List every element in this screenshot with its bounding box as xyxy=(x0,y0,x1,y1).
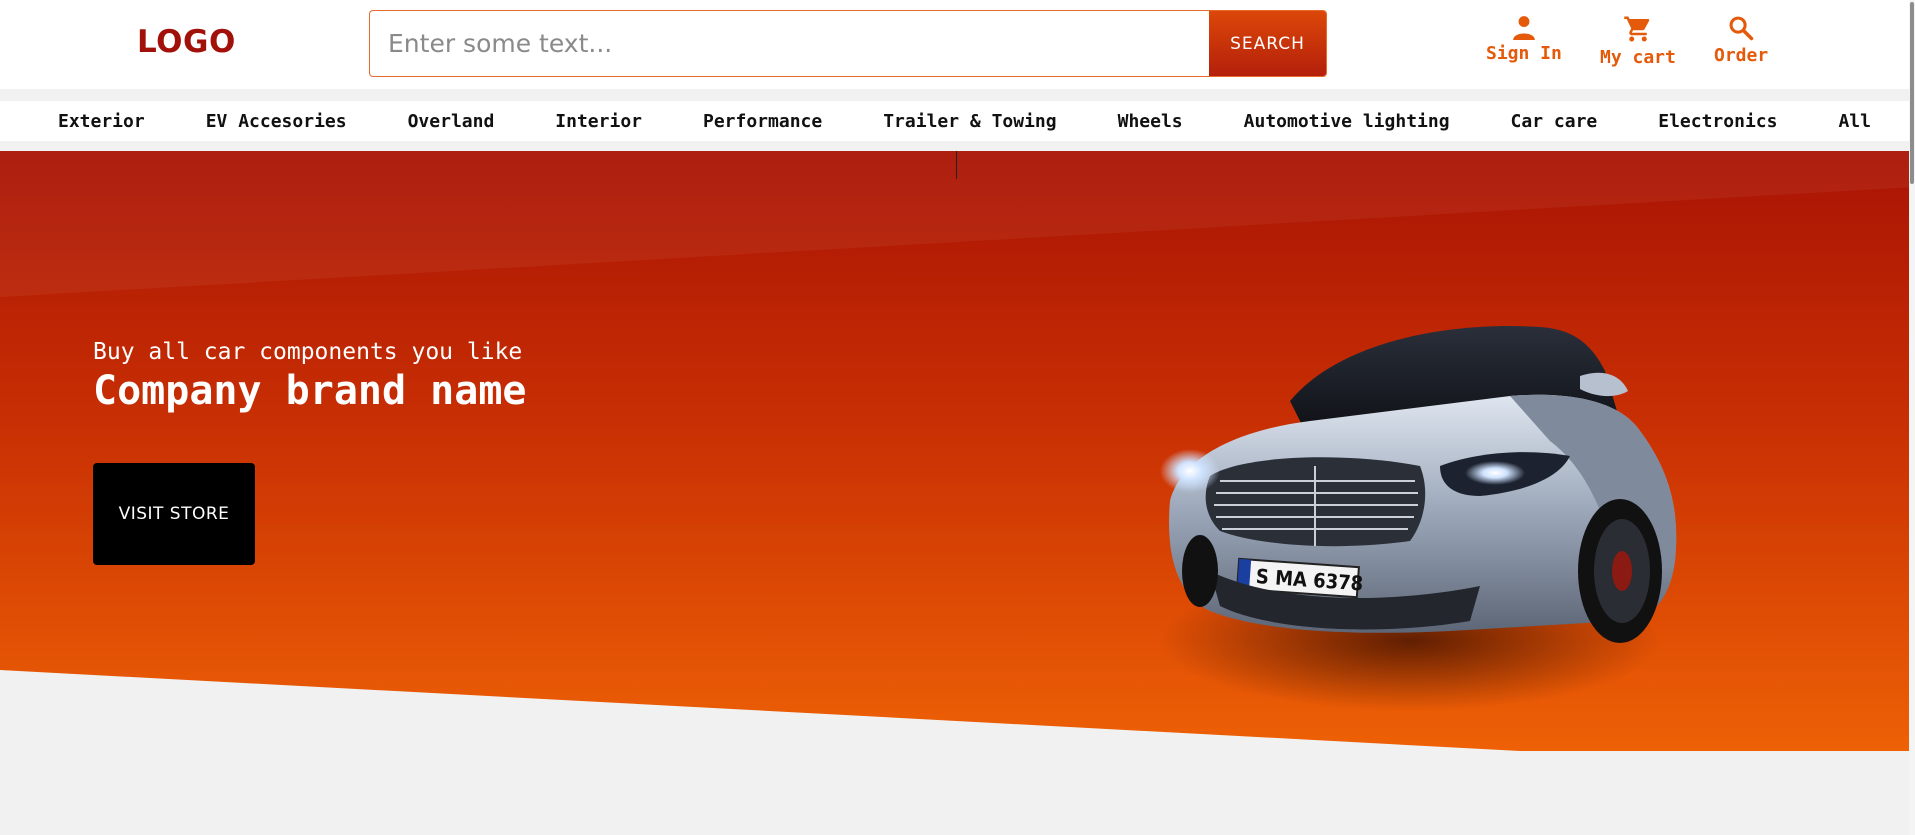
my-cart-button[interactable]: My cart xyxy=(1600,14,1676,68)
cart-icon xyxy=(1624,16,1650,42)
nav-item-automotive-lighting[interactable]: Automotive lighting xyxy=(1244,111,1450,132)
search-input[interactable] xyxy=(370,11,1210,75)
search-button[interactable]: SEARCH xyxy=(1209,11,1326,76)
nav-item-interior[interactable]: Interior xyxy=(555,111,642,132)
text-cursor xyxy=(956,151,957,179)
visit-store-button[interactable]: VISIT STORE xyxy=(93,463,255,565)
nav-item-all[interactable]: All xyxy=(1838,111,1871,132)
order-label: Order xyxy=(1714,45,1769,66)
search-icon xyxy=(1729,16,1754,41)
category-nav: Exterior EV Accesories Overland Interior… xyxy=(0,101,1915,141)
nav-item-overland[interactable]: Overland xyxy=(408,111,495,132)
hero-subtitle: Buy all car components you like xyxy=(93,339,523,365)
sign-in-button[interactable]: Sign In xyxy=(1486,14,1562,64)
nav-item-trailer-towing[interactable]: Trailer & Towing xyxy=(883,111,1056,132)
search-bar: SEARCH xyxy=(369,10,1327,77)
logo[interactable]: LOGO xyxy=(137,24,236,60)
hero-title: Company brand name xyxy=(93,368,527,414)
nav-item-car-care[interactable]: Car care xyxy=(1511,111,1598,132)
site-header: LOGO SEARCH Sign In My cart Order xyxy=(0,0,1915,89)
sign-in-label: Sign In xyxy=(1486,43,1562,64)
order-button[interactable]: Order xyxy=(1714,14,1768,66)
my-cart-label: My cart xyxy=(1600,47,1676,68)
nav-item-performance[interactable]: Performance xyxy=(703,111,822,132)
page-scrollbar[interactable] xyxy=(1909,0,1915,835)
hero-banner: Buy all car components you like Company … xyxy=(0,151,1915,751)
nav-item-exterior[interactable]: Exterior xyxy=(58,111,145,132)
car-image: S MA 6378 xyxy=(1160,325,1677,711)
scrollbar-thumb[interactable] xyxy=(1910,2,1914,184)
person-icon xyxy=(1513,16,1535,40)
nav-item-wheels[interactable]: Wheels xyxy=(1118,111,1183,132)
nav-item-ev-accessories[interactable]: EV Accesories xyxy=(206,111,347,132)
nav-item-electronics[interactable]: Electronics xyxy=(1658,111,1777,132)
